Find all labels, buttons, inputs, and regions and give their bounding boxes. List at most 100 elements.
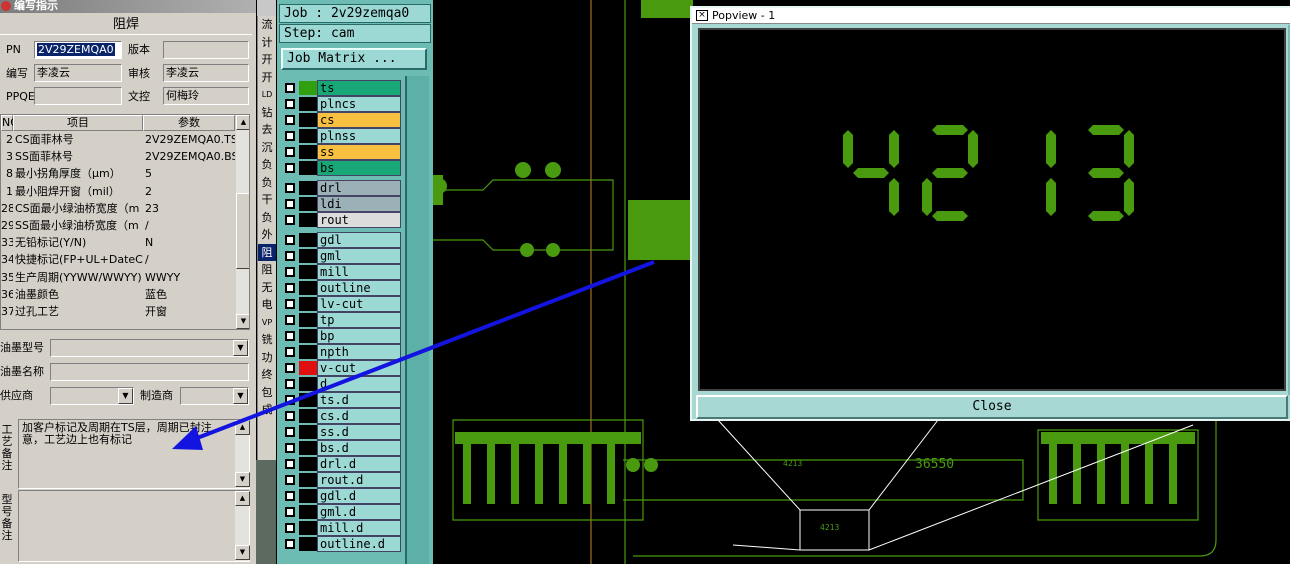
- layer-checkbox[interactable]: [285, 163, 295, 173]
- step-item[interactable]: VP: [258, 314, 276, 332]
- layer-color-swatch[interactable]: [299, 97, 317, 111]
- layer-color-swatch[interactable]: [299, 409, 317, 423]
- layer-name[interactable]: rout.d: [317, 472, 401, 488]
- step-item[interactable]: 阻: [258, 243, 276, 261]
- layer-color-swatch[interactable]: [299, 457, 317, 471]
- layer-color-swatch[interactable]: [299, 265, 317, 279]
- layer-checkbox[interactable]: [285, 491, 295, 501]
- layer-row[interactable]: plncs: [281, 96, 403, 112]
- ppqe-field[interactable]: [34, 87, 122, 105]
- layer-name[interactable]: v-cut: [317, 360, 401, 376]
- layer-name[interactable]: d: [317, 376, 401, 392]
- layer-row[interactable]: bp: [281, 328, 403, 344]
- doc-field[interactable]: 何梅玲: [163, 87, 249, 105]
- layer-color-swatch[interactable]: [299, 113, 317, 127]
- layer-color-swatch[interactable]: [299, 489, 317, 503]
- table-row[interactable]: 34快捷标记(FP+UL+DateCo/: [1, 251, 235, 268]
- table-row[interactable]: 33无铅标记(Y/N) N: [1, 234, 235, 251]
- layer-name[interactable]: outline.d: [317, 536, 401, 552]
- layer-checkbox[interactable]: [285, 283, 295, 293]
- layer-row[interactable]: cs.d: [281, 408, 403, 424]
- table-row[interactable]: 3 SS面菲林号 2V29ZEMQA0.BS: [1, 148, 235, 165]
- layer-checkbox[interactable]: [285, 199, 295, 209]
- supplier-select[interactable]: ▼: [50, 387, 134, 405]
- step-item[interactable]: 开: [258, 69, 276, 87]
- table-row[interactable]: 35生产周期(YYWW/WWYY)WWYY: [1, 269, 235, 286]
- layer-name[interactable]: mill: [317, 264, 401, 280]
- model-note-scrollbar[interactable]: ▲ ▼: [234, 491, 250, 561]
- layer-color-swatch[interactable]: [299, 377, 317, 391]
- popview-titlebar[interactable]: × Popview - 1: [692, 8, 1290, 24]
- layer-checkbox[interactable]: [285, 215, 295, 225]
- layer-row[interactable]: drl.d: [281, 456, 403, 472]
- layer-checkbox[interactable]: [285, 235, 295, 245]
- layer-color-swatch[interactable]: [299, 425, 317, 439]
- step-item[interactable]: 沉: [258, 139, 276, 157]
- step-item[interactable]: 干: [258, 191, 276, 209]
- step-item[interactable]: 负: [258, 209, 276, 227]
- step-item[interactable]: 计: [258, 34, 276, 52]
- layer-color-swatch[interactable]: [299, 521, 317, 535]
- table-row[interactable]: 2 CS面菲林号 2V29ZEMQA0.TS: [1, 131, 235, 148]
- layer-checkbox[interactable]: [285, 395, 295, 405]
- layer-row[interactable]: bs.d: [281, 440, 403, 456]
- layer-row[interactable]: v-cut: [281, 360, 403, 376]
- layer-row[interactable]: ldi: [281, 196, 403, 212]
- layer-row[interactable]: ss.d: [281, 424, 403, 440]
- layer-checkbox[interactable]: [285, 115, 295, 125]
- step-item[interactable]: 钻: [258, 104, 276, 122]
- close-x-icon[interactable]: ×: [696, 10, 708, 21]
- layer-color-swatch[interactable]: [299, 505, 317, 519]
- layer-color-swatch[interactable]: [299, 181, 317, 195]
- review-field[interactable]: 李凌云: [163, 64, 249, 82]
- layer-checkbox[interactable]: [285, 147, 295, 157]
- layer-row[interactable]: ss: [281, 144, 403, 160]
- layer-row[interactable]: outline: [281, 280, 403, 296]
- layer-row[interactable]: cs: [281, 112, 403, 128]
- table-row[interactable]: 1 最小阻焊开窗（mil） 2: [1, 183, 235, 200]
- scroll-thumb[interactable]: [236, 193, 249, 269]
- layer-name[interactable]: npth: [317, 344, 401, 360]
- layer-checkbox[interactable]: [285, 315, 295, 325]
- layer-color-swatch[interactable]: [299, 197, 317, 211]
- chevron-down-icon[interactable]: ▼: [233, 340, 248, 356]
- scroll-up-icon[interactable]: ▲: [236, 115, 249, 130]
- header-no[interactable]: NO: [1, 115, 19, 131]
- layer-row[interactable]: gml: [281, 248, 403, 264]
- layer-row[interactable]: mill: [281, 264, 403, 280]
- scroll-down-icon[interactable]: ▼: [235, 545, 250, 560]
- layer-row[interactable]: plnss: [281, 128, 403, 144]
- layer-row[interactable]: bs: [281, 160, 403, 176]
- scroll-down-icon[interactable]: ▼: [235, 472, 250, 487]
- step-item[interactable]: 成: [258, 401, 276, 419]
- scroll-up-icon[interactable]: ▲: [235, 420, 250, 435]
- layer-color-swatch[interactable]: [299, 297, 317, 311]
- layer-checkbox[interactable]: [285, 507, 295, 517]
- scroll-up-icon[interactable]: ▲: [235, 491, 250, 506]
- layer-list-scrollbar[interactable]: [405, 76, 429, 564]
- table-row[interactable]: 37过孔工艺 开窗: [1, 303, 235, 320]
- step-item[interactable]: 终: [258, 366, 276, 384]
- layer-color-swatch[interactable]: [299, 441, 317, 455]
- model-note-text[interactable]: [18, 490, 250, 562]
- ink-model-select[interactable]: ▼: [50, 339, 249, 357]
- layer-row[interactable]: mill.d: [281, 520, 403, 536]
- layer-name[interactable]: lv-cut: [317, 296, 401, 312]
- layer-color-swatch[interactable]: [299, 129, 317, 143]
- layer-name[interactable]: gdl: [317, 232, 401, 248]
- layer-name[interactable]: bs.d: [317, 440, 401, 456]
- layer-name[interactable]: ss.d: [317, 424, 401, 440]
- layer-checkbox[interactable]: [285, 347, 295, 357]
- table-row[interactable]: 8 最小拐角厚度（μm） 5: [1, 165, 235, 182]
- chevron-down-icon[interactable]: ▼: [118, 388, 133, 404]
- step-item[interactable]: 铣: [258, 331, 276, 349]
- layer-color-swatch[interactable]: [299, 249, 317, 263]
- layer-checkbox[interactable]: [285, 443, 295, 453]
- layer-row[interactable]: ts.d: [281, 392, 403, 408]
- layer-name[interactable]: gdl.d: [317, 488, 401, 504]
- layer-checkbox[interactable]: [285, 539, 295, 549]
- layer-name[interactable]: drl: [317, 180, 401, 196]
- table-row[interactable]: 29SS面最小绿油桥宽度（m /: [1, 217, 235, 234]
- layer-color-swatch[interactable]: [299, 281, 317, 295]
- layer-row[interactable]: gml.d: [281, 504, 403, 520]
